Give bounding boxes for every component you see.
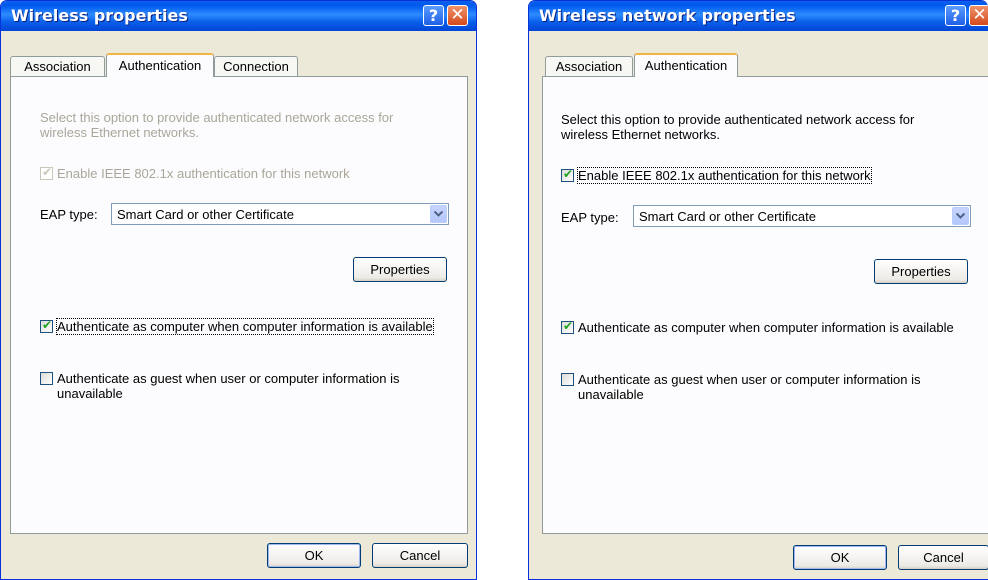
chevron-down-icon[interactable] bbox=[952, 207, 969, 225]
description-line-2: wireless Ethernet networks. bbox=[561, 127, 720, 142]
title-bar[interactable]: Wireless network properties ? ✕ bbox=[529, 1, 988, 31]
eap-type-label: EAP type: bbox=[561, 210, 619, 225]
tab-connection[interactable]: Connection bbox=[214, 56, 298, 77]
title-bar[interactable]: Wireless properties ? ✕ bbox=[1, 1, 476, 31]
description-line-1: Select this option to provide authentica… bbox=[561, 112, 915, 127]
authenticate-guest-label-line-1: Authenticate as guest when user or compu… bbox=[578, 372, 921, 387]
chevron-down-icon[interactable] bbox=[430, 205, 447, 223]
tab-panel: Select this option to provide authentica… bbox=[542, 76, 988, 534]
authenticate-guest-label-line-1: Authenticate as guest when user or compu… bbox=[57, 371, 400, 386]
tab-association[interactable]: Association bbox=[545, 56, 633, 77]
enable-8021x-checkbox[interactable]: ✔ bbox=[40, 165, 53, 180]
eap-type-select[interactable]: Smart Card or other Certificate bbox=[111, 203, 449, 225]
tab-authentication[interactable]: Authentication bbox=[106, 53, 214, 77]
dialog-title: Wireless properties bbox=[11, 6, 188, 25]
ok-button[interactable]: OK bbox=[267, 543, 361, 568]
help-icon[interactable]: ? bbox=[423, 5, 444, 26]
tab-authentication[interactable]: Authentication bbox=[634, 53, 738, 77]
authenticate-guest-label-line-2: unavailable bbox=[578, 387, 644, 402]
checkmark-icon: ✔ bbox=[563, 319, 574, 333]
checkmark-icon: ✔ bbox=[42, 165, 53, 179]
authenticate-computer-checkbox[interactable]: ✔ bbox=[40, 318, 53, 333]
cancel-button[interactable]: Cancel bbox=[372, 543, 468, 568]
description-line-1: Select this option to provide authentica… bbox=[40, 110, 394, 125]
enable-8021x-label: Enable IEEE 802.1x authentication for th… bbox=[577, 167, 872, 184]
dialog-title: Wireless network properties bbox=[539, 6, 796, 25]
properties-button[interactable]: Properties bbox=[874, 259, 968, 284]
enable-8021x-checkbox[interactable]: ✔ bbox=[561, 167, 574, 182]
eap-type-value: Smart Card or other Certificate bbox=[639, 209, 817, 224]
help-icon[interactable]: ? bbox=[945, 5, 966, 26]
tab-panel: Select this option to provide authentica… bbox=[10, 76, 468, 534]
ok-button[interactable]: OK bbox=[793, 545, 887, 570]
checkmark-icon: ✔ bbox=[42, 318, 53, 332]
eap-type-value: Smart Card or other Certificate bbox=[117, 207, 295, 222]
properties-button[interactable]: Properties bbox=[353, 257, 447, 282]
wireless-network-properties-dialog: Wireless network properties ? ✕ Associat… bbox=[528, 0, 988, 580]
checkmark-icon: ✔ bbox=[563, 167, 574, 181]
tab-association[interactable]: Association bbox=[10, 56, 105, 77]
authenticate-guest-label-line-2: unavailable bbox=[57, 386, 123, 401]
authenticate-computer-checkbox[interactable]: ✔ bbox=[561, 319, 574, 334]
wireless-properties-dialog: Wireless properties ? ✕ Association Auth… bbox=[0, 0, 477, 580]
eap-type-label: EAP type: bbox=[40, 207, 98, 222]
cancel-button[interactable]: Cancel bbox=[898, 545, 988, 570]
description-line-2: wireless Ethernet networks. bbox=[40, 125, 199, 140]
close-icon[interactable]: ✕ bbox=[447, 5, 468, 26]
eap-type-select[interactable]: Smart Card or other Certificate bbox=[633, 205, 971, 227]
close-icon[interactable]: ✕ bbox=[969, 5, 988, 26]
authenticate-guest-checkbox[interactable] bbox=[40, 372, 53, 385]
authenticate-computer-label: Authenticate as computer when computer i… bbox=[56, 318, 434, 335]
enable-8021x-label: Enable IEEE 802.1x authentication for th… bbox=[57, 166, 350, 181]
authenticate-computer-label: Authenticate as computer when computer i… bbox=[578, 320, 954, 335]
authenticate-guest-checkbox[interactable] bbox=[561, 373, 574, 386]
